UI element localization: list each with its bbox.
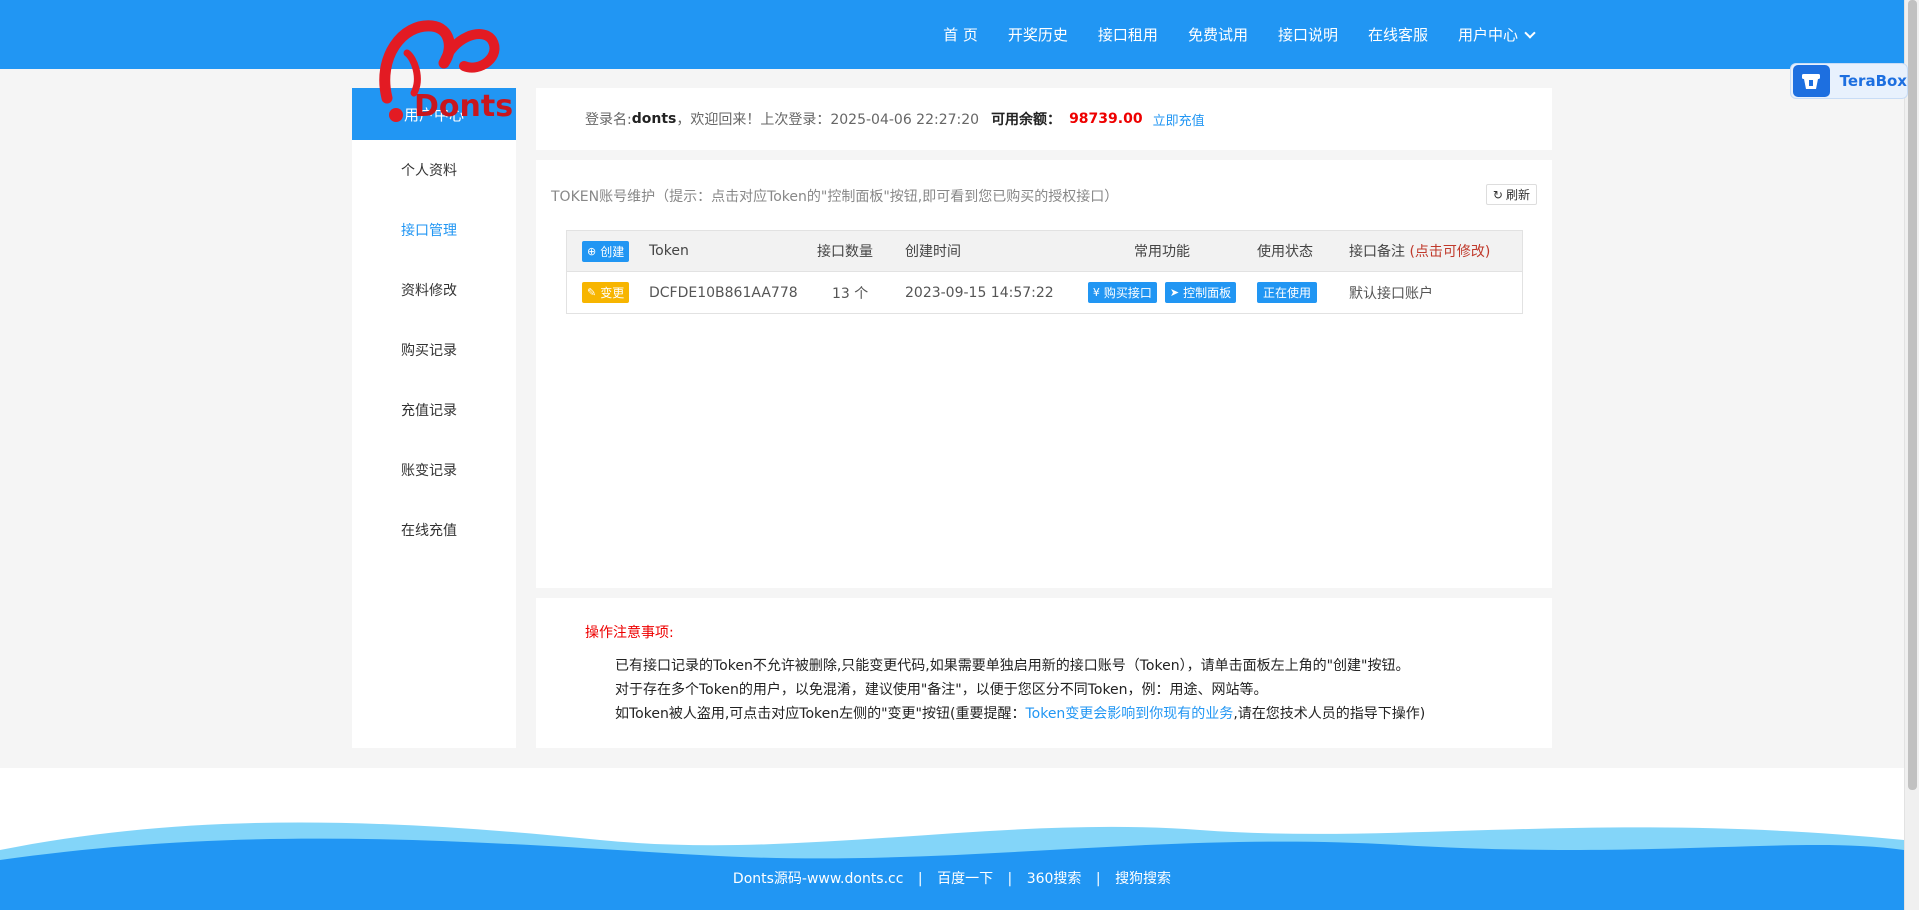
token-value: DCFDE10B861AA778 [649, 284, 798, 301]
footer-separator: | [1095, 871, 1101, 887]
sidebar-item-balance-changes[interactable]: 账变记录 [352, 440, 516, 500]
nav-user-center[interactable]: 用户中心 [1457, 24, 1536, 45]
sidebar-item-api-management[interactable]: 接口管理 [352, 200, 516, 260]
nav-home[interactable]: 首 页 [943, 24, 978, 45]
terabox-label: TeraBox [1839, 72, 1907, 90]
footer-waves [0, 822, 1904, 910]
created-time: 2023-09-15 14:57:22 [905, 284, 1054, 301]
footer-link-360[interactable]: 360搜索 [1027, 871, 1082, 887]
terabox-widget[interactable]: TeraBox [1790, 63, 1908, 99]
nav-api-rental[interactable]: 接口租用 [1098, 24, 1158, 45]
sidebar-item-edit-info[interactable]: 资料修改 [352, 260, 516, 320]
terabox-icon [1793, 65, 1830, 97]
top-nav-bar: 首 页 开奖历史 接口租用 免费试用 接口说明 在线客服 用户中心 [0, 0, 1904, 69]
control-panel-label: 控制面板 [1183, 286, 1232, 300]
token-panel: TOKEN账号维护（提示：点击对应Token的"控制面板"按钮,即可看到您已购买… [536, 160, 1552, 588]
refresh-icon: ↻ [1492, 187, 1503, 202]
change-label: 变更 [600, 286, 625, 300]
col-created: 创建时间 [905, 244, 961, 260]
nav-lottery-history[interactable]: 开奖历史 [1008, 24, 1068, 45]
buy-api-label: 购买接口 [1103, 286, 1152, 300]
footer-separator: | [1007, 871, 1013, 887]
donts-logo[interactable]: Donts [352, 18, 512, 128]
col-token: Token [649, 243, 689, 259]
username: donts [631, 111, 677, 127]
balance-value: 98739.00 [1069, 111, 1143, 127]
yen-circle-icon: ¥ [1092, 286, 1100, 299]
col-api-count: 接口数量 [817, 244, 873, 260]
note-line-3-link[interactable]: Token变更会影响到你现有的业务 [1025, 706, 1233, 722]
nav-free-trial[interactable]: 免费试用 [1188, 24, 1248, 45]
welcome-panel: 登录名: donts ，欢迎回来！上次登录：2025-04-06 22:27:2… [536, 88, 1552, 150]
create-label: 创建 [600, 244, 625, 259]
col-status: 使用状态 [1257, 244, 1313, 260]
scrollbar-thumb[interactable] [1908, 0, 1917, 790]
plus-circle-icon: ⊕ [587, 244, 597, 258]
welcome-text: ，欢迎回来！上次登录：2025-04-06 22:27:20 [676, 112, 980, 128]
col-remark-hint: (点击可修改) [1409, 244, 1491, 260]
control-panel-button[interactable]: ➤ 控制面板 [1164, 282, 1237, 303]
col-remark-label: 接口备注 [1349, 244, 1405, 260]
footer-link-sogou[interactable]: 搜狗搜索 [1115, 871, 1171, 887]
sidebar-item-profile[interactable]: 个人资料 [352, 140, 516, 200]
recharge-link[interactable]: 立即充值 [1153, 110, 1205, 129]
table-row: ✎ 变更 DCFDE10B861AA778 13 个 2023-09-15 14… [567, 272, 1522, 313]
col-remark: 接口备注 (点击可修改) [1349, 241, 1519, 261]
status-badge: 正在使用 [1257, 282, 1318, 303]
chevron-down-icon [1524, 26, 1536, 39]
notes-panel: 操作注意事项: 已有接口记录的Token不允许被删除,只能变更代码,如果需要单独… [536, 598, 1552, 748]
sidebar-item-purchase-records[interactable]: 购买记录 [352, 320, 516, 380]
sidebar-item-online-recharge[interactable]: 在线充值 [352, 500, 516, 560]
send-icon: ➤ [1169, 286, 1180, 299]
refresh-label: 刷新 [1505, 188, 1530, 202]
refresh-button[interactable]: ↻ 刷新 [1485, 184, 1537, 205]
footer-separator: | [917, 871, 923, 887]
footer-links: Donts源码-www.donts.cc | 百度一下 | 360搜索 | 搜狗… [0, 868, 1904, 888]
main-nav: 首 页 开奖历史 接口租用 免费试用 接口说明 在线客服 用户中心 [913, 0, 1536, 69]
buy-api-button[interactable]: ¥ 购买接口 [1087, 282, 1157, 303]
notes-title: 操作注意事项: [585, 625, 674, 641]
create-button[interactable]: ⊕ 创建 [582, 240, 630, 262]
nav-online-service[interactable]: 在线客服 [1368, 24, 1428, 45]
logo-text: Donts [414, 89, 512, 124]
nav-user-center-label: 用户中心 [1457, 26, 1518, 44]
token-panel-title: TOKEN账号维护（提示：点击对应Token的"控制面板"按钮,即可看到您已购买… [551, 189, 1119, 205]
note-line-3-a: 如Token被人盗用,可点击对应Token左侧的"变更"按钮(重要提醒： [615, 706, 1026, 722]
footer-link-donts[interactable]: Donts源码-www.donts.cc [733, 871, 904, 887]
api-count: 13 个 [832, 285, 869, 302]
note-line-3-b: ,请在您技术人员的指导下操作) [1233, 706, 1426, 722]
nav-api-docs[interactable]: 接口说明 [1278, 24, 1338, 45]
change-button[interactable]: ✎ 变更 [582, 282, 630, 303]
sidebar-item-recharge-records[interactable]: 充值记录 [352, 380, 516, 440]
note-line-1: 已有接口记录的Token不允许被删除,只能变更代码,如果需要单独启用新的接口账号… [615, 658, 1410, 674]
note-line-3: 如Token被人盗用,可点击对应Token左侧的"变更"按钮(重要提醒：Toke… [615, 702, 1425, 726]
page-scrollbar[interactable] [1904, 0, 1919, 910]
remark-value[interactable]: 默认接口账户 [1349, 283, 1519, 303]
pencil-icon: ✎ [587, 286, 597, 299]
footer-link-baidu[interactable]: 百度一下 [937, 871, 993, 887]
col-functions: 常用功能 [1134, 244, 1190, 260]
login-label: 登录名: [585, 112, 632, 128]
token-table-header: ⊕ 创建 Token 接口数量 创建时间 常用功能 使用状态 接口备注 (点击可… [567, 231, 1522, 272]
balance-label: 可用余额： [991, 112, 1062, 128]
sidebar: 用户中心 个人资料 接口管理 资料修改 购买记录 充值记录 账变记录 在线充值 [352, 88, 516, 748]
note-line-2: 对于存在多个Token的用户，以免混淆，建议使用"备注"，以便于您区分不同Tok… [615, 682, 1268, 698]
token-table: ⊕ 创建 Token 接口数量 创建时间 常用功能 使用状态 接口备注 (点击可… [566, 230, 1523, 314]
